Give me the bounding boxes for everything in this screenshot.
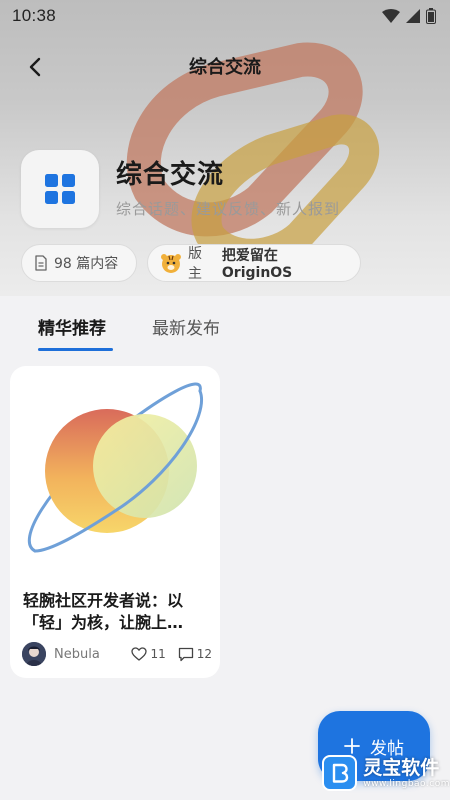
post-stats: 11 12 bbox=[131, 647, 212, 662]
forum-icon-box bbox=[21, 150, 99, 228]
heart-icon bbox=[131, 647, 148, 661]
document-icon bbox=[35, 255, 47, 271]
forum-description: 综合话题、建议反馈、新人报到 bbox=[116, 200, 341, 218]
tab-featured[interactable]: 精华推荐 bbox=[38, 314, 106, 339]
post-cover-image bbox=[28, 382, 203, 553]
back-button[interactable] bbox=[20, 52, 50, 82]
status-icons bbox=[382, 8, 436, 24]
wifi-icon bbox=[382, 9, 400, 23]
author-avatar[interactable] bbox=[22, 642, 46, 666]
watermark-text: 灵宝软件 bbox=[363, 757, 440, 779]
post-card[interactable]: 轻腕社区开发者说：以 「轻」为核，让腕上… Nebula 11 12 bbox=[10, 366, 220, 678]
watermark-logo-icon bbox=[322, 755, 358, 791]
watermark-b-icon bbox=[332, 763, 348, 783]
tab-bar: 精华推荐 最新发布 bbox=[0, 296, 450, 356]
forum-name: 综合交流 bbox=[116, 160, 225, 190]
grid-icon bbox=[45, 174, 75, 204]
nav-bar: 综合交流 bbox=[0, 44, 450, 88]
status-bar: 10:38 bbox=[0, 0, 450, 32]
status-time: 10:38 bbox=[12, 6, 57, 25]
post-footer: Nebula 11 12 bbox=[22, 641, 212, 667]
post-title: 轻腕社区开发者说：以 「轻」为核，让腕上… bbox=[23, 591, 184, 632]
content-count-chip[interactable]: 98 篇内容 bbox=[21, 244, 137, 282]
moderator-chip[interactable]: 版主 把爱留在OriginOS bbox=[147, 244, 361, 282]
comment-icon bbox=[178, 647, 193, 661]
author-name[interactable]: Nebula bbox=[54, 647, 100, 662]
tab-latest[interactable]: 最新发布 bbox=[152, 314, 220, 339]
content-count: 98 篇内容 bbox=[54, 256, 119, 272]
active-tab-indicator bbox=[38, 348, 113, 351]
nav-title: 综合交流 bbox=[189, 57, 261, 78]
battery-icon bbox=[426, 8, 436, 24]
watermark-url: www.lingbao.com bbox=[363, 779, 450, 789]
comment-count: 12 bbox=[196, 647, 212, 661]
like-count: 11 bbox=[150, 647, 166, 661]
signal-icon bbox=[406, 9, 420, 23]
moderator-label: 版主 bbox=[187, 246, 202, 282]
like-stat[interactable]: 11 bbox=[131, 647, 166, 661]
watermark-text-block: 灵宝软件 www.lingbao.com bbox=[363, 757, 450, 789]
moderator-name: 把爱留在OriginOS bbox=[221, 248, 293, 281]
comment-stat[interactable]: 12 bbox=[178, 647, 212, 662]
watermark: 灵宝软件 www.lingbao.com bbox=[322, 750, 450, 796]
chevron-left-icon bbox=[29, 57, 41, 77]
tiger-avatar-icon bbox=[160, 254, 181, 273]
author-avatar-image bbox=[22, 642, 46, 666]
